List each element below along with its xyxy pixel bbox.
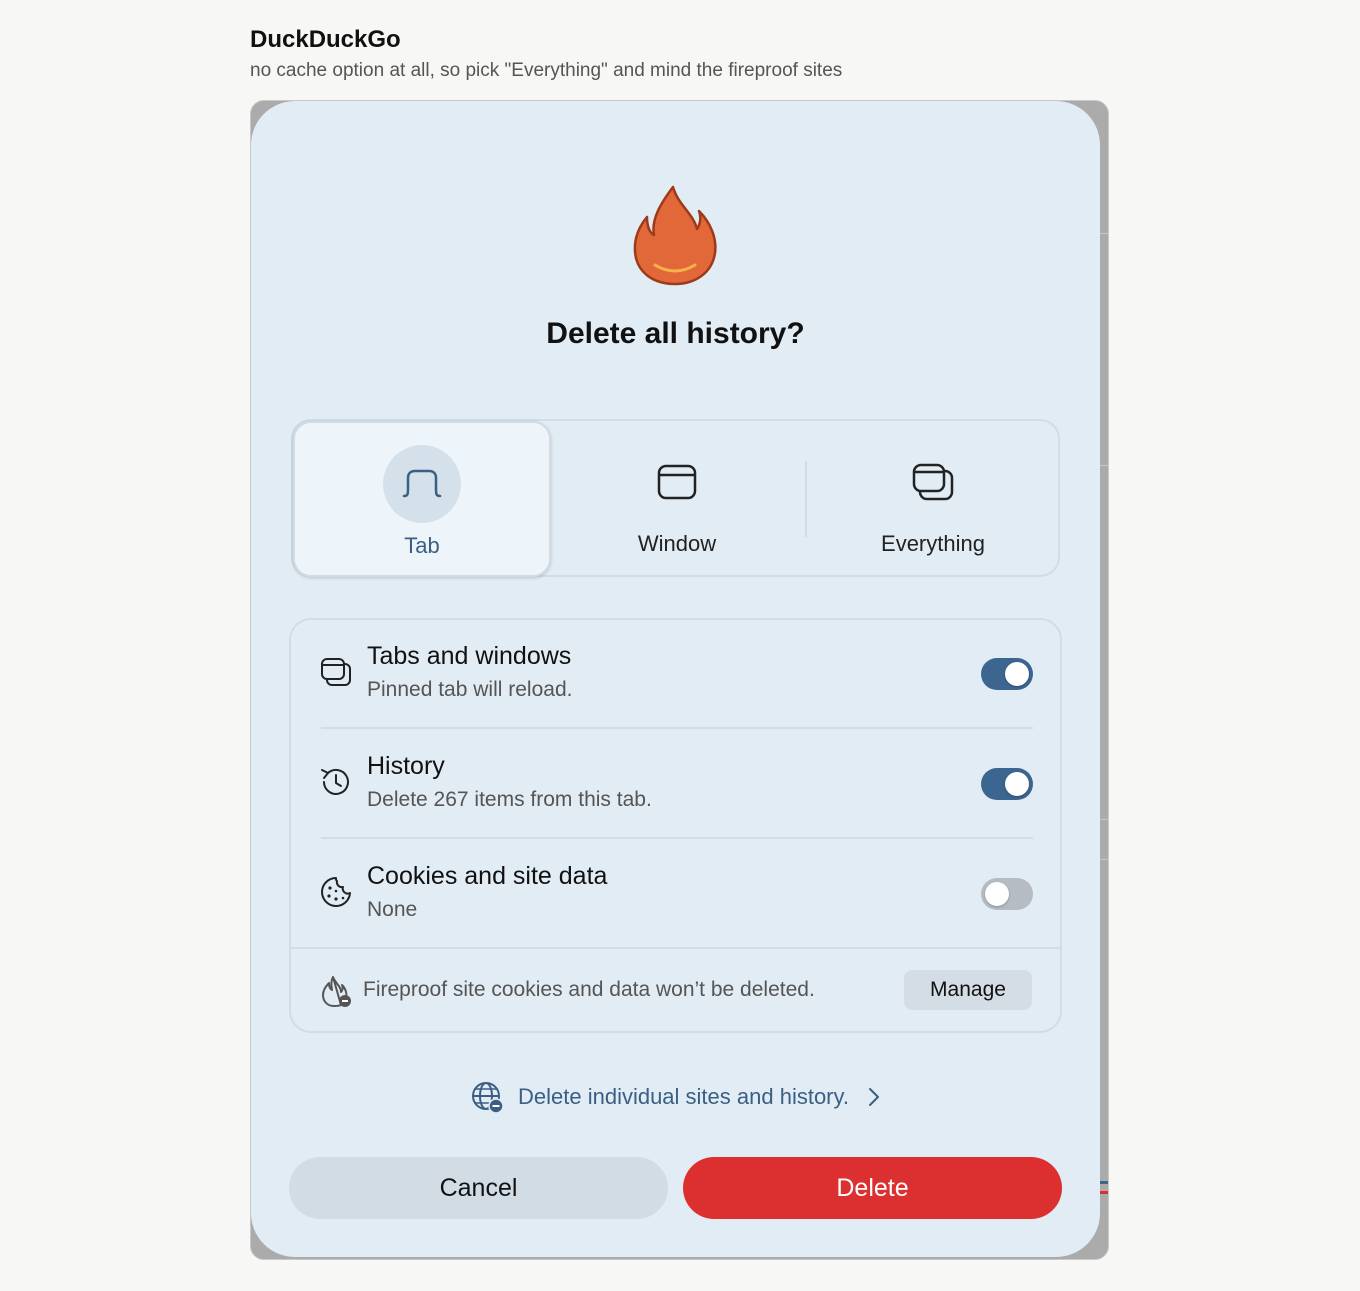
row-divider: [321, 837, 1033, 839]
fireproof-row: Fireproof site cookies and data won’t be…: [291, 948, 1060, 1033]
scope-label-tab: Tab: [404, 533, 440, 558]
page-title: DuckDuckGo: [250, 26, 401, 53]
scope-option-tab[interactable]: Tab: [293, 421, 551, 577]
individual-link-text: Delete individual sites and history.: [518, 1084, 849, 1109]
fireproof-text: Fireproof site cookies and data won’t be…: [363, 978, 815, 1001]
option-title: Cookies and site data: [367, 862, 608, 890]
option-title: Tabs and windows: [367, 642, 572, 670]
background-divider: [1100, 859, 1108, 860]
toggle-knob: [985, 882, 1009, 906]
background-divider: [1100, 465, 1108, 466]
option-subtitle: Pinned tab will reload.: [367, 678, 573, 701]
dialog-title: Delete all history?: [546, 317, 805, 350]
tab-icon-wrap: [383, 445, 461, 523]
option-row-history: History Delete 267 items from this tab.: [291, 730, 1060, 840]
cookies-toggle[interactable]: [981, 878, 1033, 910]
delete-options: Tabs and windows Pinned tab will reload.…: [289, 618, 1062, 1033]
scope-option-window[interactable]: Window: [549, 421, 805, 575]
option-title: History: [367, 752, 445, 780]
history-toggle[interactable]: [981, 768, 1033, 800]
option-subtitle: Delete 267 items from this tab.: [367, 788, 652, 811]
background-accent: [1100, 1191, 1108, 1194]
history-icon: [321, 768, 349, 795]
background-divider: [1100, 819, 1108, 820]
tabs-windows-icon: [321, 658, 351, 686]
window-icon: [657, 464, 697, 500]
scope-option-everything[interactable]: Everything: [805, 421, 1061, 575]
fireproof-icon: [322, 976, 351, 1007]
manage-fireproof-button[interactable]: Manage: [904, 970, 1032, 1010]
page-subtitle: no cache option at all, so pick "Everyth…: [250, 60, 843, 81]
scope-label-everything: Everything: [881, 531, 985, 556]
delete-history-dialog: Delete all history? Tab Window Everythin…: [251, 101, 1100, 1257]
fire-icon: [633, 185, 717, 286]
background-divider: [1100, 233, 1108, 234]
option-row-tabs-windows: Tabs and windows Pinned tab will reload.: [291, 620, 1060, 730]
screenshot-frame: Delete all history? Tab Window Everythin…: [250, 100, 1109, 1260]
globe-minus-icon: [472, 1082, 504, 1114]
scope-label-window: Window: [637, 531, 717, 556]
scope-selector: Tab Window Everything: [291, 419, 1060, 577]
toggle-knob: [1005, 662, 1029, 686]
delete-individual-sites-link[interactable]: Delete individual sites and history.: [251, 1077, 1100, 1117]
everything-icon: [912, 463, 954, 501]
everything-icon-wrap: [894, 443, 972, 521]
delete-button[interactable]: Delete: [683, 1157, 1062, 1219]
tabs-windows-toggle[interactable]: [981, 658, 1033, 690]
window-icon-wrap: [638, 443, 716, 521]
row-divider: [321, 727, 1033, 729]
cookie-icon: [321, 877, 351, 907]
tab-icon: [402, 469, 442, 498]
option-row-cookies: Cookies and site data None: [291, 840, 1060, 950]
option-subtitle: None: [367, 898, 418, 921]
page-header: DuckDuckGo no cache option at all, so pi…: [250, 26, 842, 82]
cancel-button[interactable]: Cancel: [289, 1157, 668, 1219]
chevron-right-icon: [869, 1088, 879, 1106]
toggle-knob: [1005, 772, 1029, 796]
background-accent: [1100, 1181, 1108, 1184]
